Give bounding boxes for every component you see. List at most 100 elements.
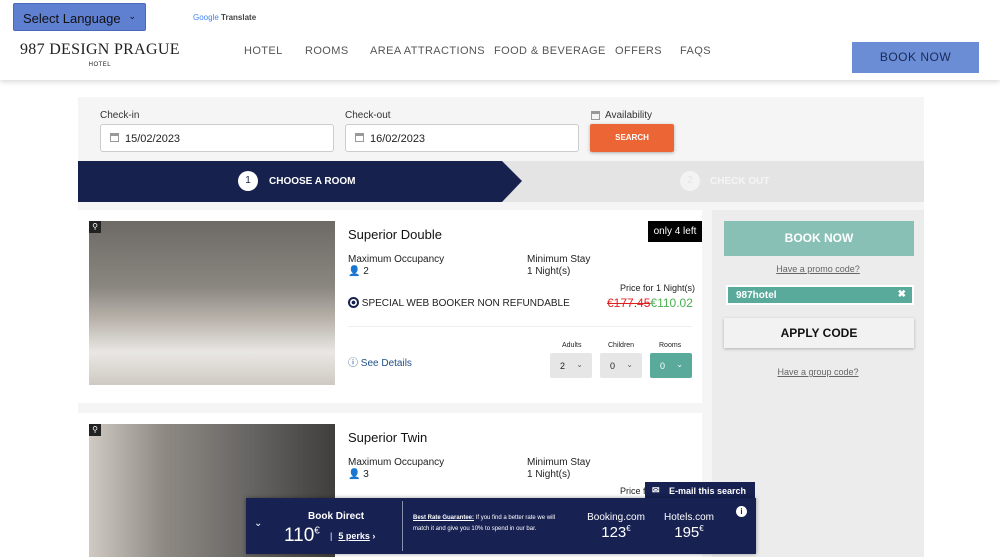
clear-icon[interactable]: ✖ — [898, 289, 906, 300]
nav-rooms[interactable]: ROOMS — [305, 45, 349, 57]
chevron-down-icon: ⌄ — [676, 360, 683, 369]
google-translate[interactable]: Google Translate — [193, 13, 256, 22]
calendar-icon — [355, 133, 364, 142]
min-stay-value: 1 Night(s) — [527, 266, 571, 277]
nav-offers[interactable]: OFFERS — [615, 45, 662, 57]
search-button[interactable]: SEARCH — [590, 124, 674, 152]
checkin-input[interactable]: 15/02/2023 — [100, 124, 334, 152]
nav-area-attractions[interactable]: AREA ATTRACTIONS — [370, 45, 485, 57]
apply-code-button[interactable]: APPLY CODE — [724, 318, 914, 348]
direct-price: 110€ — [284, 525, 320, 547]
step-1-number: 1 — [238, 171, 258, 191]
language-select[interactable]: Select Language ⌄ — [13, 3, 146, 31]
logo-name: 987 DESIGN PRAGUE — [20, 41, 180, 58]
perks-link[interactable]: | 5 perks › — [330, 531, 375, 541]
adults-select[interactable]: 2 ⌄ — [550, 353, 592, 378]
children-label: Children — [608, 342, 635, 349]
competitor-booking: Booking.com 123€ — [586, 512, 646, 541]
checkout-input[interactable]: 16/02/2023 — [345, 124, 579, 152]
sidebar-book-now-button[interactable]: BOOK NOW — [724, 221, 914, 256]
currency: € — [699, 524, 704, 533]
chevron-down-icon: ⌄ — [576, 360, 583, 369]
zoom-icon[interactable]: ⚲ — [89, 424, 101, 436]
competitor-price-value: 195 — [674, 524, 700, 541]
rate-comparison-bar: ⌄ Book Direct 110€ | 5 perks › Best Rate … — [246, 498, 756, 554]
nav-faqs[interactable]: FAQS — [680, 45, 711, 57]
group-code-link[interactable]: Have a group code? — [712, 367, 924, 377]
children-value: 0 — [610, 361, 616, 371]
rooms-select[interactable]: 0 ⌄ — [650, 353, 692, 378]
competitor-price: 195€ — [659, 524, 719, 541]
promo-code-input[interactable]: 987hotel ✖ — [726, 285, 914, 305]
adults-value: 2 — [560, 361, 566, 371]
divider — [402, 501, 403, 551]
occupancy-number: 2 — [363, 266, 369, 277]
competitor-hotels: Hotels.com 195€ — [659, 512, 719, 541]
price-for-label: Price f — [620, 486, 646, 496]
envelope-icon: ✉ — [652, 485, 660, 495]
min-stay-label: Minimum Stay — [527, 254, 591, 265]
chevron-down-icon: ⌄ — [128, 11, 136, 21]
availability-label: Availability — [605, 110, 653, 121]
progress-steps: 1 CHOOSE A ROOM 2 CHECK OUT — [78, 161, 924, 202]
language-select-label: Select Language — [23, 11, 121, 26]
person-icon: 👤 — [348, 469, 361, 480]
rate-option[interactable]: SPECIAL WEB BOOKER NON REFUNDABLE — [348, 297, 570, 309]
collapse-chevron-icon[interactable]: ⌄ — [254, 518, 262, 529]
hotel-logo[interactable]: 987 DESIGN PRAGUE HOTEL — [20, 41, 180, 68]
competitor-price: 123€ — [586, 524, 646, 541]
children-select[interactable]: 0 ⌄ — [600, 353, 642, 378]
min-stay-value: 1 Night(s) — [527, 469, 571, 480]
checkout-value: 16/02/2023 — [370, 133, 426, 145]
availability-badge: only 4 left — [648, 221, 702, 242]
best-rate-guarantee: Best Rate Guarantee: If you find a bette… — [413, 513, 563, 535]
checkin-label: Check-in — [100, 110, 140, 121]
direct-price-value: 110 — [284, 525, 315, 546]
site-header: Select Language ⌄ Google Translate 987 DE… — [0, 0, 1000, 80]
rate-name: SPECIAL WEB BOOKER NON REFUNDABLE — [361, 298, 570, 309]
step-2-label: CHECK OUT — [710, 176, 770, 187]
promo-code-link[interactable]: Have a promo code? — [712, 264, 924, 274]
room-name: Superior Double — [348, 227, 442, 242]
currency: € — [314, 525, 320, 537]
separator: | — [330, 531, 333, 541]
room-photo[interactable] — [89, 221, 335, 385]
price-for-label: Price for 1 Night(s) — [620, 283, 696, 293]
see-details-label: See Details — [360, 358, 412, 369]
zoom-icon[interactable]: ⚲ — [89, 221, 101, 233]
occupancy-value: 👤 2 — [348, 266, 369, 277]
rooms-value: 0 — [660, 361, 666, 371]
competitor-name: Booking.com — [587, 512, 645, 523]
radio-selected-icon[interactable] — [348, 297, 359, 308]
email-search-label: E-mail this search — [669, 486, 747, 496]
old-price: €177.45 — [607, 296, 651, 310]
current-price: €110.02 — [650, 296, 693, 310]
see-details-link[interactable]: ⓘ See Details — [348, 354, 412, 369]
info-circle-icon: ⓘ — [348, 358, 358, 369]
nav-food-beverage[interactable]: FOOD & BEVERAGE — [494, 45, 606, 57]
book-direct-label: Book Direct — [308, 511, 365, 522]
calendar-icon — [110, 133, 119, 142]
price: €177.45€110.02 — [607, 296, 693, 310]
step-1-label: CHOOSE A ROOM — [269, 176, 356, 187]
calendar-icon — [591, 111, 600, 120]
guarantee-title: Best Rate Guarantee: — [413, 515, 475, 521]
occupancy-label: Maximum Occupancy — [348, 457, 445, 468]
occupancy-number: 3 — [363, 469, 369, 480]
translate-label: Translate — [221, 13, 257, 22]
competitor-price-value: 123 — [601, 524, 627, 541]
occupancy-value: 👤 3 — [348, 469, 369, 480]
divider — [348, 326, 692, 327]
adults-label: Adults — [562, 342, 582, 349]
min-stay-label: Minimum Stay — [527, 457, 591, 468]
logo-sub: HOTEL — [88, 62, 112, 68]
person-icon: 👤 — [348, 266, 361, 277]
info-icon[interactable]: i — [736, 506, 747, 517]
chevron-down-icon: ⌄ — [626, 360, 633, 369]
occupancy-label: Maximum Occupancy — [348, 254, 445, 265]
header-book-now-button[interactable]: BOOK NOW — [852, 42, 979, 73]
google-logo: Google — [193, 13, 219, 22]
perks-label: 5 perks — [338, 531, 370, 541]
checkin-value: 15/02/2023 — [125, 133, 181, 145]
nav-hotel[interactable]: HOTEL — [244, 45, 283, 57]
